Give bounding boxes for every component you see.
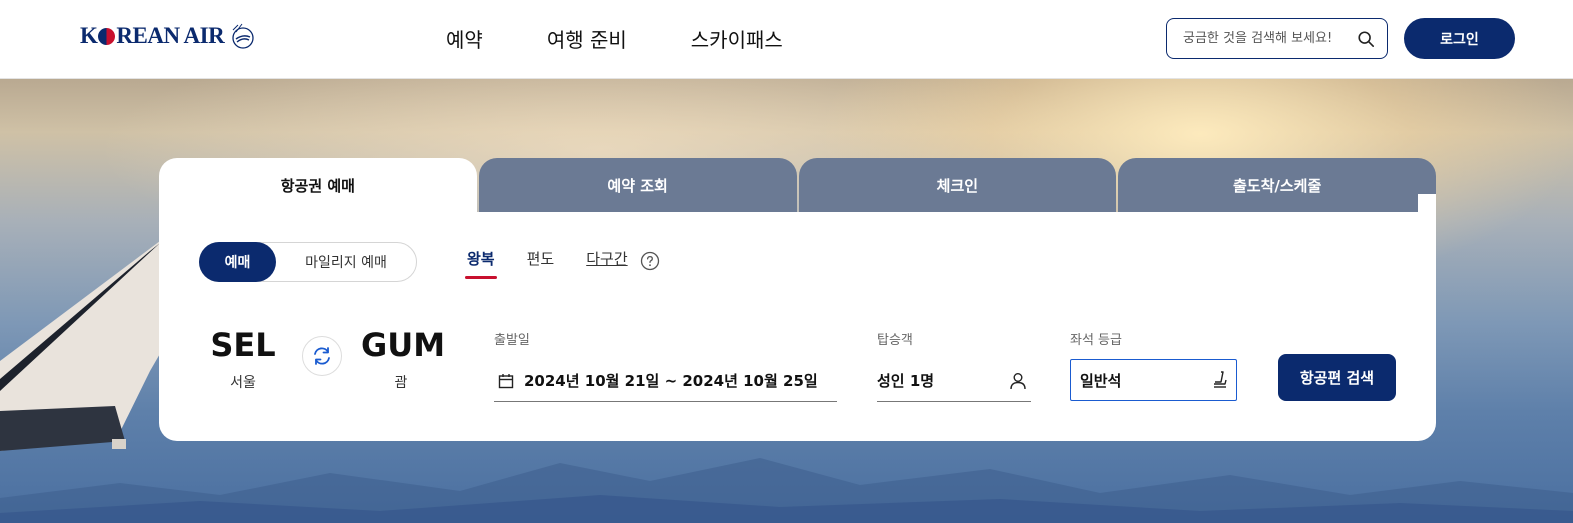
nav-item-travel-prep[interactable]: 여행 준비: [547, 24, 627, 53]
help-icon[interactable]: [640, 251, 660, 271]
logo-wordmark: K REAN AIR: [80, 23, 225, 49]
taegeuk-icon: [98, 27, 116, 45]
korean-air-logo[interactable]: K REAN AIR: [80, 22, 257, 50]
booking-panel: 예매 마일리지 예매 왕복 편도 다구간 SEL 서울 GUM 괌 출발일 20…: [159, 194, 1436, 441]
nav-item-reservation[interactable]: 예약: [446, 24, 483, 53]
swap-icon: [314, 347, 330, 365]
mode-mileage-button[interactable]: 마일리지 예매: [276, 242, 416, 282]
logo-letter-k: K: [80, 23, 98, 48]
tab-flight-status[interactable]: 출도착/스케줄: [1118, 158, 1436, 212]
booking-mode-toggle: 예매 마일리지 예매: [199, 242, 417, 282]
search-flights-button[interactable]: 항공편 검색: [1278, 354, 1396, 401]
trip-type-selector: 왕복 편도 다구간: [465, 248, 660, 279]
swap-airports-button[interactable]: [302, 336, 342, 376]
tab-check-in[interactable]: 체크인: [798, 158, 1117, 212]
passenger-field[interactable]: 성인 1명: [877, 360, 1031, 402]
trip-type-oneway[interactable]: 편도: [527, 248, 555, 273]
search-icon[interactable]: [1357, 30, 1375, 48]
passenger-value: 성인 1명: [877, 372, 935, 390]
cabin-class-field[interactable]: 일반석: [1070, 359, 1237, 401]
tab-flight-booking[interactable]: 항공권 예매: [159, 158, 477, 212]
logo-letters: REAN AIR: [116, 23, 225, 48]
seat-icon: [1214, 371, 1227, 388]
destination-airport[interactable]: GUM 괌: [361, 326, 446, 392]
site-header: K REAN AIR 예약 여행 준비 스카이패스 로그인: [0, 0, 1573, 79]
date-range-value: 2024년 10월 21일 ~ 2024년 10월 25일: [524, 372, 818, 390]
tab-reservation-lookup[interactable]: 예약 조회: [478, 158, 797, 212]
site-search: [1166, 18, 1388, 59]
skyteam-logo-icon: [232, 23, 254, 49]
booking-tabs: 항공권 예매 예약 조회 체크인 출도착/스케줄: [159, 158, 1436, 212]
passenger-label: 탑승객: [877, 333, 913, 348]
trip-type-round[interactable]: 왕복: [465, 248, 497, 279]
person-icon: [1010, 372, 1026, 389]
destination-city: 괌: [394, 375, 408, 391]
origin-city: 서울: [230, 375, 256, 391]
cabin-class-label: 좌석 등급: [1070, 333, 1122, 348]
trip-type-multi[interactable]: 다구간: [586, 248, 627, 273]
main-nav: 예약 여행 준비 스카이패스: [446, 24, 783, 53]
mode-regular-button[interactable]: 예매: [199, 242, 276, 282]
calendar-icon: [498, 373, 514, 388]
login-button[interactable]: 로그인: [1404, 18, 1515, 59]
nav-item-skypass[interactable]: 스카이패스: [691, 24, 783, 53]
search-input[interactable]: [1183, 31, 1343, 46]
destination-code: GUM: [361, 326, 446, 364]
origin-code: SEL: [210, 326, 276, 364]
cabin-class-value: 일반석: [1080, 371, 1122, 390]
origin-airport[interactable]: SEL 서울: [203, 326, 283, 392]
departure-date-label: 출발일: [494, 333, 530, 348]
date-range-field[interactable]: 2024년 10월 21일 ~ 2024년 10월 25일: [494, 360, 837, 402]
